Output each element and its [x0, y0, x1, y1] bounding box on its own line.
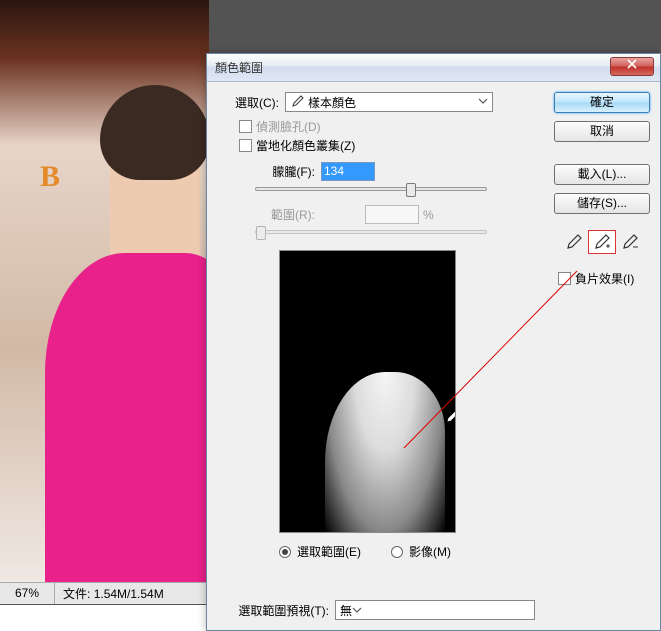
background-letter: B [40, 160, 60, 194]
dialog-titlebar[interactable]: 顏色範圍 [207, 54, 660, 82]
eyedropper-plus-tool[interactable] [588, 230, 616, 254]
detect-faces-checkbox[interactable] [239, 120, 252, 133]
eyedropper-cursor-icon: + [443, 407, 456, 430]
radio-selection[interactable] [279, 546, 291, 558]
eyedropper-icon [290, 95, 304, 109]
select-value: 樣本顏色 [308, 94, 356, 111]
eyedropper-minus-tool[interactable] [616, 230, 644, 254]
invert-checkbox[interactable] [558, 272, 571, 285]
file-label: 文件: [63, 587, 90, 601]
status-bar: 67% 文件: 1.54M/1.54M [0, 582, 209, 604]
fuzziness-input[interactable]: 134 [321, 162, 375, 181]
slider-thumb[interactable] [406, 183, 416, 197]
radio-image[interactable] [391, 546, 403, 558]
localized-label: 當地化顏色叢集(Z) [256, 137, 355, 154]
load-button[interactable]: 載入(L)... [554, 164, 650, 185]
ok-button[interactable]: 確定 [554, 92, 650, 113]
dialog-title: 顏色範圍 [215, 59, 263, 76]
fuzziness-slider[interactable] [255, 187, 487, 191]
range-slider [255, 230, 487, 234]
select-label: 選取(C): [219, 94, 279, 111]
localized-checkbox[interactable] [239, 139, 252, 152]
radio-image-label: 影像(M) [409, 543, 451, 560]
radio-selection-label: 選取範圍(E) [297, 543, 361, 560]
preview-value: 無 [340, 602, 352, 619]
save-button[interactable]: 儲存(S)... [554, 193, 650, 214]
chevron-down-icon [478, 96, 488, 106]
range-label: 範圍(R): [239, 206, 315, 223]
percent-label: % [423, 208, 434, 222]
fuzziness-label: 朦朧(F): [239, 163, 315, 180]
invert-label: 負片效果(I) [575, 270, 634, 287]
chevron-down-icon [352, 605, 362, 615]
mask-shape [325, 372, 445, 532]
eyedropper-tool[interactable] [560, 230, 588, 254]
detect-faces-label: 偵測臉孔(D) [256, 118, 321, 135]
cancel-button[interactable]: 取消 [554, 121, 650, 142]
color-range-dialog: 顏色範圍 選取(C): 樣本顏色 偵測臉孔(D) 當地化顏色叢集(Z) [206, 53, 661, 631]
file-size: 1.54M/1.54M [94, 587, 164, 601]
range-input [365, 205, 419, 224]
close-button[interactable] [610, 57, 654, 76]
zoom-level[interactable]: 67% [0, 583, 55, 604]
preview-dropdown[interactable]: 無 [335, 600, 535, 620]
select-dropdown[interactable]: 樣本顏色 [285, 92, 493, 112]
preview-label: 選取範圍預視(T): [219, 602, 329, 619]
document-image: B [0, 0, 209, 583]
selection-preview[interactable]: + [279, 250, 456, 533]
